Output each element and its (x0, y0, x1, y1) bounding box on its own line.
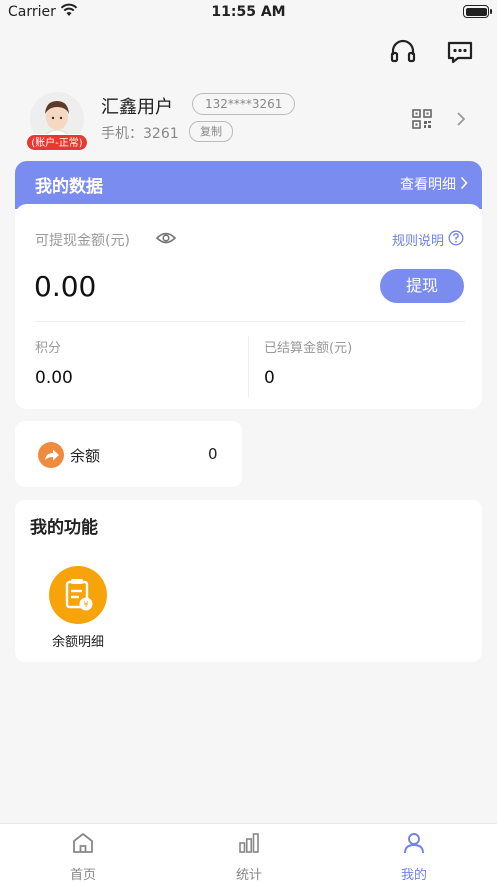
clock-time: 11:55 AM (211, 4, 286, 20)
account-status-badge: (账户-正常) (26, 134, 88, 151)
settled-amount-value: 0 (264, 368, 275, 388)
status-bar: Carrier 11:55 AM (0, 0, 497, 26)
balance-card[interactable]: 余额 0 (15, 421, 242, 487)
withdrawable-amount: 0.00 (34, 270, 97, 303)
eye-icon[interactable] (156, 229, 176, 247)
function-item-balance-detail[interactable]: ¥ 余额明细 (41, 566, 115, 654)
headset-icon[interactable] (389, 38, 417, 66)
rules-link[interactable]: 规则说明 (392, 230, 444, 249)
balance-arrow-icon (38, 442, 64, 468)
stats-icon (239, 833, 259, 853)
points-value: 0.00 (35, 368, 73, 388)
withdraw-button[interactable]: 提现 (380, 269, 464, 303)
my-data-title: 我的数据 (35, 177, 103, 197)
view-details-link[interactable]: 查看明细 (400, 174, 456, 194)
help-icon[interactable] (448, 230, 464, 246)
battery-icon (463, 5, 492, 18)
function-item-label: 余额明细 (51, 635, 104, 650)
user-icon (404, 833, 424, 854)
my-functions-card: 我的功能 ¥ 余额明细 (15, 500, 482, 662)
profile-section[interactable]: (账户-正常) 汇鑫用户 132****3261 手机：3261 复制 (0, 86, 497, 152)
svg-text:¥: ¥ (83, 600, 88, 609)
my-data-card: 我的数据 查看明细 可提现金额(元) 规则说明 0.00 提现 积分 0.00 … (15, 161, 482, 409)
points-label: 积分 (35, 341, 62, 356)
my-data-header: 我的数据 查看明细 (15, 161, 482, 209)
my-data-body: 可提现金额(元) 规则说明 0.00 提现 积分 0.00 已结算金额(元) 0 (15, 204, 482, 409)
home-icon (73, 833, 93, 853)
balance-label: 余额 (70, 447, 101, 465)
withdrawable-label: 可提现金额(元) (35, 233, 130, 249)
divider (248, 336, 249, 398)
receipt-icon: ¥ (49, 566, 107, 624)
chevron-right-icon[interactable] (460, 176, 468, 190)
divider (35, 321, 465, 322)
settled-amount-label: 已结算金额(元) (264, 341, 353, 356)
tab-stats-label: 统计 (235, 868, 262, 883)
my-functions-title: 我的功能 (30, 518, 98, 538)
tab-mine[interactable]: 我的 (331, 824, 497, 883)
tab-stats[interactable]: 统计 (166, 824, 332, 883)
tab-home[interactable]: 首页 (0, 824, 166, 883)
username: 汇鑫用户 (101, 97, 173, 118)
message-icon[interactable] (446, 38, 474, 66)
chevron-right-icon[interactable] (456, 111, 466, 127)
avatar-container[interactable]: (账户-正常) (26, 92, 88, 151)
phone-label: 手机：3261 (101, 126, 179, 142)
tab-bar: 首页 统计 我的 (0, 823, 497, 883)
qr-code-icon[interactable] (412, 109, 432, 129)
tab-mine-label: 我的 (400, 868, 427, 883)
phone-masked-pill: 132****3261 (192, 93, 296, 115)
tab-home-label: 首页 (69, 868, 96, 883)
copy-button[interactable]: 复制 (189, 121, 233, 142)
balance-value: 0 (208, 445, 218, 463)
